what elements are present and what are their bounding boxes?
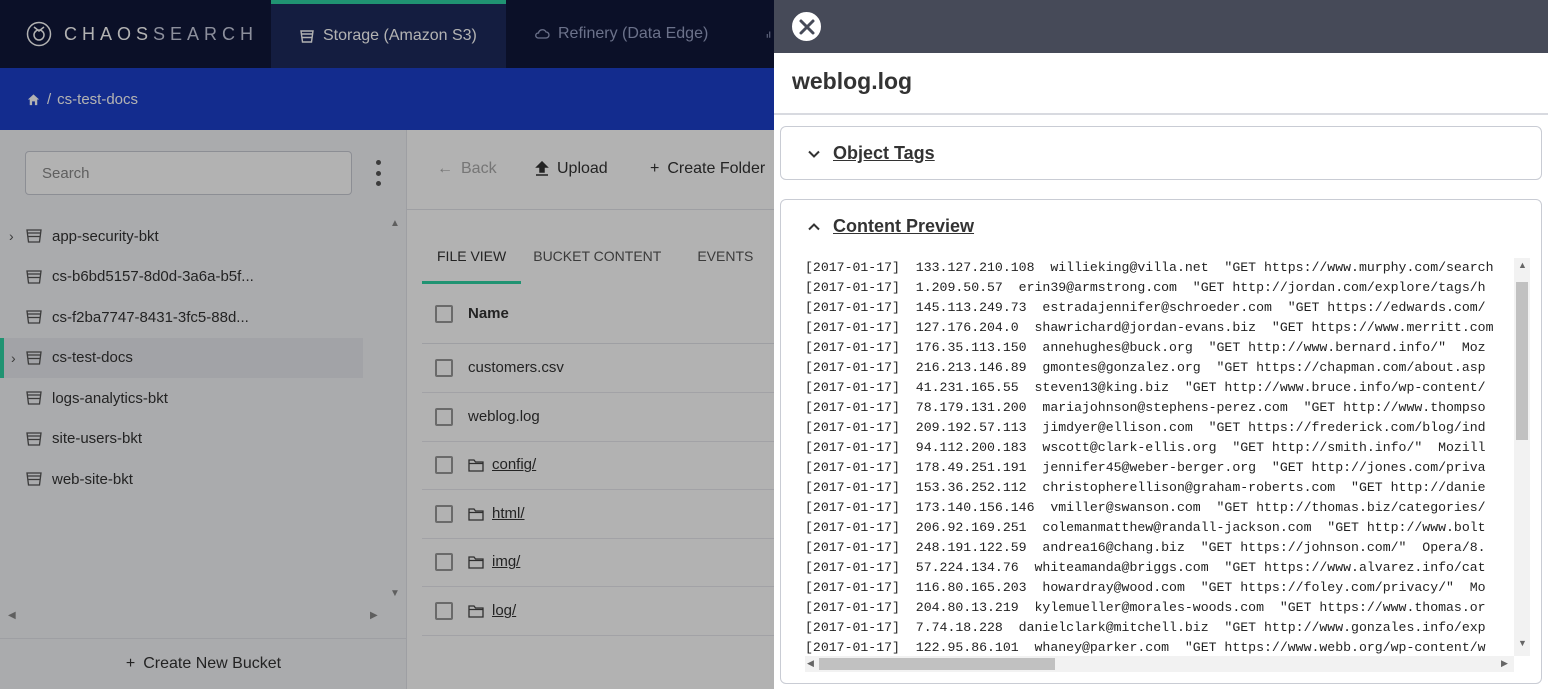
scrollbar-thumb[interactable] — [1516, 282, 1528, 440]
log-line: [2017-01-17] 127.176.204.0 shawrichard@j… — [805, 320, 1494, 335]
scrollbar-thumb[interactable] — [819, 658, 1055, 670]
preview-horizontal-scrollbar[interactable]: ◀ ▶ — [805, 656, 1514, 672]
log-line: [2017-01-17] 78.179.131.200 mariajohnson… — [805, 400, 1486, 415]
log-line: [2017-01-17] 176.35.113.150 annehughes@b… — [805, 340, 1486, 355]
log-line: [2017-01-17] 116.80.165.203 howardray@wo… — [805, 580, 1486, 595]
log-line: [2017-01-17] 133.127.210.108 willieking@… — [805, 260, 1494, 275]
scroll-left-icon[interactable]: ◀ — [807, 658, 814, 669]
log-line: [2017-01-17] 204.80.13.219 kylemueller@m… — [805, 600, 1486, 615]
log-line: [2017-01-17] 173.140.156.146 vmiller@swa… — [805, 500, 1486, 515]
log-lines: [2017-01-17] 133.127.210.108 willieking@… — [805, 258, 1525, 658]
log-line: [2017-01-17] 145.113.249.73 estradajenni… — [805, 300, 1486, 315]
log-line: [2017-01-17] 7.74.18.228 danielclark@mit… — [805, 620, 1486, 635]
scroll-down-icon[interactable]: ▼ — [1518, 638, 1527, 648]
object-tags-section: Object Tags — [780, 126, 1542, 180]
log-line: [2017-01-17] 41.231.165.55 steven13@king… — [805, 380, 1486, 395]
log-line: [2017-01-17] 248.191.122.59 andrea16@cha… — [805, 540, 1486, 555]
log-line: [2017-01-17] 206.92.169.251 colemanmatth… — [805, 520, 1486, 535]
scroll-up-icon[interactable]: ▲ — [1518, 260, 1527, 270]
log-line: [2017-01-17] 216.213.146.89 gmontes@gonz… — [805, 360, 1486, 375]
log-line: [2017-01-17] 178.49.251.191 jennifer45@w… — [805, 460, 1486, 475]
title-divider — [774, 113, 1548, 115]
log-line: [2017-01-17] 153.36.252.112 christophere… — [805, 480, 1486, 495]
content-preview-toggle[interactable]: Content Preview — [807, 216, 974, 237]
log-line: [2017-01-17] 1.209.50.57 erin39@armstron… — [805, 280, 1486, 295]
log-line: [2017-01-17] 94.112.200.183 wscott@clark… — [805, 440, 1486, 455]
modal-backdrop[interactable] — [0, 0, 774, 689]
file-preview-drawer: weblog.log Object Tags Content Preview [… — [774, 0, 1548, 689]
content-preview-section: Content Preview [2017-01-17] 133.127.210… — [780, 199, 1542, 684]
object-tags-label: Object Tags — [833, 143, 935, 163]
scroll-right-icon[interactable]: ▶ — [1501, 658, 1508, 669]
close-icon — [799, 19, 814, 34]
chevron-down-icon — [808, 150, 820, 158]
object-tags-toggle[interactable]: Object Tags — [807, 143, 935, 164]
log-line: [2017-01-17] 57.224.134.76 whiteamanda@b… — [805, 560, 1486, 575]
content-preview-label: Content Preview — [833, 216, 975, 236]
chevron-up-icon — [808, 222, 820, 230]
close-drawer-button[interactable] — [790, 10, 823, 43]
drawer-header — [774, 0, 1548, 53]
log-line: [2017-01-17] 209.192.57.113 jimdyer@elli… — [805, 420, 1486, 435]
preview-vertical-scrollbar[interactable]: ▲ ▼ — [1514, 258, 1530, 656]
log-line: [2017-01-17] 122.95.86.101 whaney@parker… — [805, 640, 1486, 655]
drawer-title: weblog.log — [792, 68, 913, 94]
content-preview-text[interactable]: [2017-01-17] 133.127.210.108 willieking@… — [805, 258, 1525, 676]
